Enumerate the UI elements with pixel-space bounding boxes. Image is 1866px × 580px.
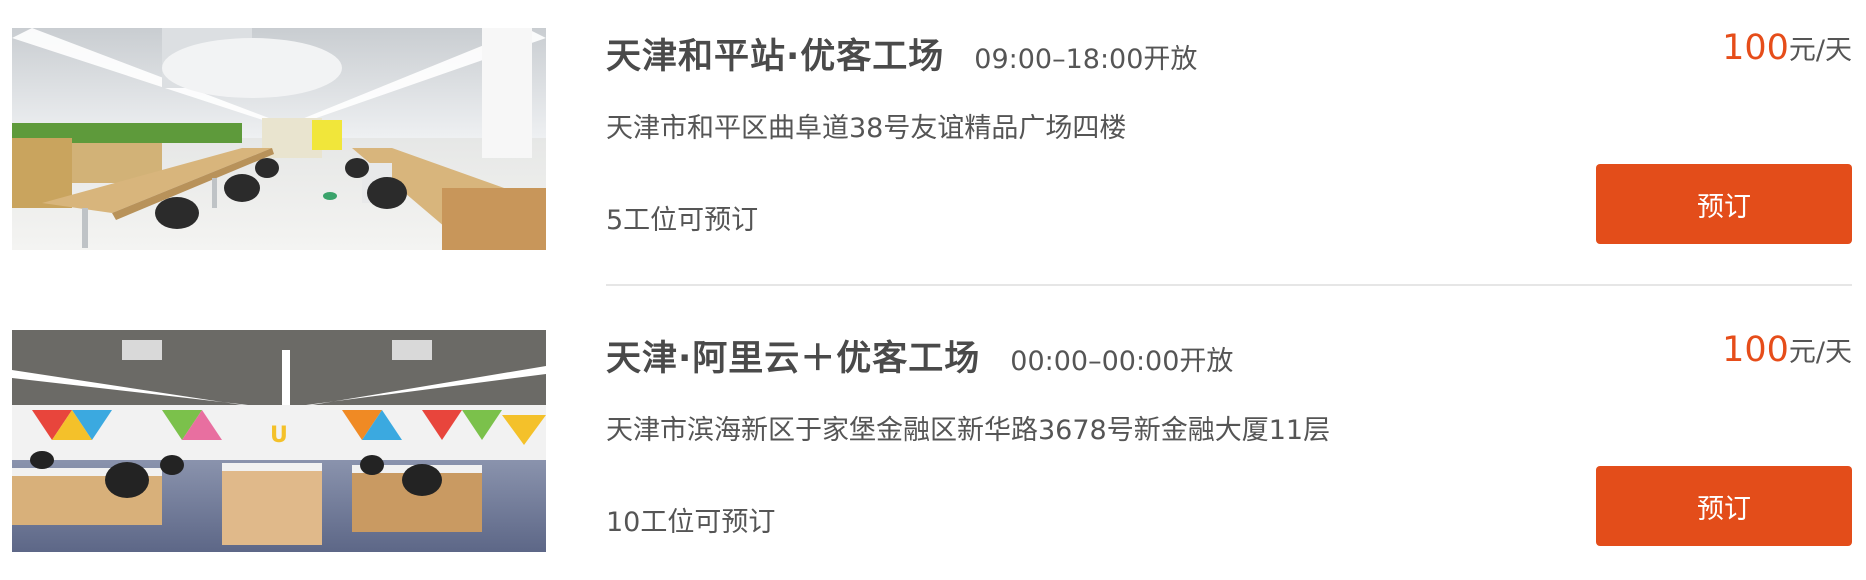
price-unit: 元/天 (1788, 337, 1852, 368)
price-value: 100 (1722, 28, 1789, 68)
title-row: 天津·阿里云＋优客工场 00:00–00:00开放 (606, 330, 1233, 381)
divider (606, 284, 1852, 286)
price-value: 100 (1722, 330, 1789, 370)
office-photo[interactable] (12, 28, 546, 250)
price-unit: 元/天 (1788, 35, 1852, 66)
book-button[interactable]: 预订 (1596, 466, 1852, 546)
available-seats: 10工位可预订 (606, 507, 776, 538)
office-photo-image (12, 28, 546, 250)
available-seats: 5工位可预订 (606, 205, 759, 236)
opening-hours: 00:00–00:00开放 (1010, 346, 1234, 377)
price: 100 元/天 (1722, 330, 1852, 370)
title-row: 天津和平站·优客工场 09:00–18:00开放 (606, 28, 1197, 79)
space-name[interactable]: 天津和平站·优客工场 (606, 28, 944, 79)
book-button[interactable]: 预订 (1596, 164, 1852, 244)
space-address: 天津市滨海新区于家堡金融区新华路3678号新金融大厦11层 (606, 415, 1331, 446)
list-item[interactable]: 天津和平站·优客工场 09:00–18:00开放 天津市和平区曲阜道38号友谊精… (12, 28, 1852, 250)
office-photo[interactable]: U (12, 330, 546, 552)
office-photo-image: U (12, 330, 546, 552)
space-name[interactable]: 天津·阿里云＋优客工场 (606, 330, 980, 381)
space-address: 天津市和平区曲阜道38号友谊精品广场四楼 (606, 113, 1127, 144)
list-item[interactable]: U 天津·阿里云＋优客工场 00:00–00:00开放 天津市滨海新区于家堡金融… (12, 330, 1852, 552)
space-info: 天津和平站·优客工场 09:00–18:00开放 天津市和平区曲阜道38号友谊精… (606, 28, 1606, 250)
space-list: 天津和平站·优客工场 09:00–18:00开放 天津市和平区曲阜道38号友谊精… (0, 0, 1866, 580)
opening-hours: 09:00–18:00开放 (974, 44, 1198, 75)
price: 100 元/天 (1722, 28, 1852, 68)
svg-text:U: U (270, 423, 288, 448)
space-info: 天津·阿里云＋优客工场 00:00–00:00开放 天津市滨海新区于家堡金融区新… (606, 330, 1606, 552)
